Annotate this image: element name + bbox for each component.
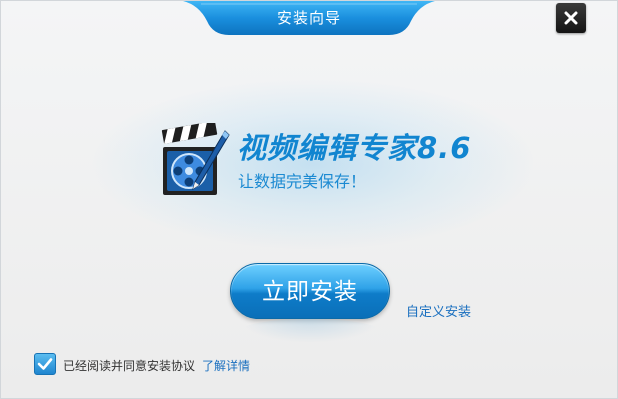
clapperboard-film-reel-icon <box>159 120 233 199</box>
product-slogan: 让数据完美保存！ <box>238 172 367 191</box>
product-name: 视频编辑专家8.6 <box>237 131 472 165</box>
agree-checkbox[interactable] <box>34 353 56 375</box>
custom-install-link[interactable]: 自定义安装 <box>406 301 471 320</box>
installer-window: 安装向导 视频编辑专家8.6 让数据完美保存！ 立即安装 自定义安装 已经阅读并… <box>0 0 618 399</box>
agreement-label: 已经阅读并同意安装协议 <box>63 359 196 373</box>
checkmark-icon <box>37 358 53 370</box>
title-bar: 安装向导 <box>183 1 435 37</box>
close-icon <box>564 11 578 25</box>
install-button-reflection <box>240 319 380 343</box>
install-now-button[interactable]: 立即安装 <box>230 263 390 319</box>
details-link[interactable]: 了解详情 <box>202 357 250 374</box>
close-button[interactable] <box>556 3 586 33</box>
window-title: 安装向导 <box>276 9 341 27</box>
